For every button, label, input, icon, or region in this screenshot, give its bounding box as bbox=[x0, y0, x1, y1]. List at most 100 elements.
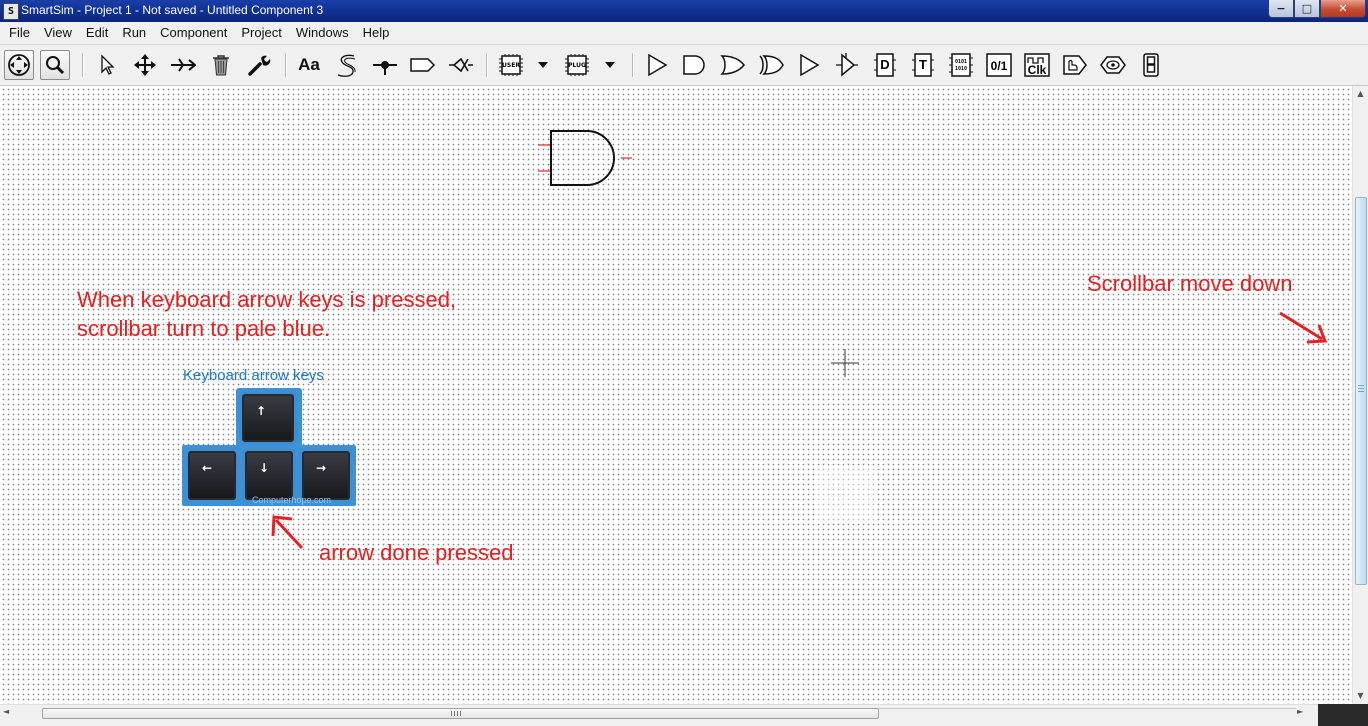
key-down-arrow-icon: ↓ bbox=[259, 461, 270, 475]
zoom-button[interactable] bbox=[40, 50, 70, 80]
zoom-icon bbox=[46, 56, 65, 75]
and-gate-component[interactable] bbox=[534, 126, 634, 190]
toggle-switch-button[interactable]: 0/1 bbox=[984, 50, 1014, 80]
window-title: SmartSim - Project 1 - Not saved - Untit… bbox=[21, 3, 324, 17]
text-icon: Aa bbox=[298, 55, 320, 74]
crosshair-cursor-icon bbox=[831, 349, 859, 377]
pan-icon bbox=[8, 54, 30, 76]
vertical-scroll-thumb[interactable] bbox=[1355, 197, 1367, 585]
register-button[interactable]: 0101 1010 bbox=[946, 50, 976, 80]
properties-wrench-icon bbox=[248, 55, 271, 76]
toolbar-separator bbox=[632, 53, 634, 77]
circuit-canvas[interactable]: When keyboard arrow keys is pressed, scr… bbox=[0, 86, 1352, 704]
delete-button[interactable] bbox=[206, 50, 236, 80]
scroll-down-arrow-icon[interactable]: ▼ bbox=[1353, 688, 1368, 704]
menu-view[interactable]: View bbox=[37, 23, 79, 43]
vertical-scrollbar[interactable]: ▲ ▼ bbox=[1352, 86, 1368, 704]
thumb-grip bbox=[1358, 391, 1364, 392]
junction-button[interactable] bbox=[370, 50, 400, 80]
input-pin-icon bbox=[1063, 55, 1087, 75]
menu-edit[interactable]: Edit bbox=[79, 23, 115, 43]
delete-bin-icon bbox=[213, 55, 229, 76]
cross-icon bbox=[449, 57, 473, 73]
menu-run[interactable]: Run bbox=[115, 23, 153, 43]
dropdown-triangle-icon bbox=[538, 62, 548, 68]
toggle-switch-icon: 0/1 bbox=[986, 53, 1012, 77]
clock-button[interactable]: Clk bbox=[1022, 50, 1052, 80]
user-component-button[interactable]: USER bbox=[496, 50, 526, 80]
thumb-grip bbox=[1358, 388, 1364, 389]
app-icon: S bbox=[3, 3, 19, 20]
xor-gate-icon bbox=[759, 55, 784, 75]
move-icon bbox=[134, 54, 156, 76]
keyboard-caption: Keyboard arrow keys bbox=[183, 367, 324, 384]
d-flipflop-label: D bbox=[880, 57, 889, 72]
plugin-component-dropdown[interactable] bbox=[597, 50, 623, 80]
properties-button[interactable] bbox=[244, 50, 274, 80]
register-binary-b: 1010 bbox=[955, 66, 967, 72]
move-button[interactable] bbox=[130, 50, 160, 80]
horizontal-scroll-thumb[interactable] bbox=[42, 708, 879, 719]
thumb-grip bbox=[454, 711, 455, 716]
menu-file[interactable]: File bbox=[2, 23, 37, 43]
or-gate-button[interactable] bbox=[718, 50, 748, 80]
select-button[interactable] bbox=[92, 50, 122, 80]
menu-windows[interactable]: Windows bbox=[289, 23, 356, 43]
menu-help[interactable]: Help bbox=[356, 23, 397, 43]
buffer-gate-icon bbox=[648, 53, 668, 77]
minimize-button[interactable]: − bbox=[1268, 0, 1294, 18]
t-flipflop-icon: T bbox=[912, 53, 934, 77]
tristate-button[interactable] bbox=[832, 50, 862, 80]
horizontal-scrollbar[interactable]: ◄ ► bbox=[0, 704, 1352, 726]
clock-icon: Clk bbox=[1024, 53, 1050, 77]
not-gate-button[interactable] bbox=[794, 50, 824, 80]
t-flipflop-button[interactable]: T bbox=[908, 50, 938, 80]
scroll-right-arrow-icon[interactable]: ► bbox=[1297, 707, 1303, 716]
annotation-line-2: scrollbar turn to pale blue. bbox=[77, 316, 331, 341]
annotation-line-1: When keyboard arrow keys is pressed, bbox=[77, 287, 457, 312]
keyboard-arrow-keys-image: ↑ ← ↓ → Computerhope.com bbox=[182, 388, 356, 506]
input-pin-button[interactable] bbox=[1060, 50, 1090, 80]
plug-chip-label: PLUG bbox=[568, 62, 586, 69]
toolbar-separator bbox=[486, 53, 488, 77]
and-gate-button[interactable] bbox=[680, 50, 710, 80]
junction-icon bbox=[373, 61, 397, 75]
toolbar: Aa USER PLUG D T 0101 1010 0/1 Clk bbox=[0, 45, 1368, 86]
label-button[interactable] bbox=[408, 50, 438, 80]
scroll-up-arrow-icon[interactable]: ▲ bbox=[1353, 86, 1368, 102]
menu-bar: File View Edit Run Component Project Win… bbox=[0, 22, 1368, 45]
scrollbar-corner bbox=[1318, 704, 1368, 726]
plugin-chip-icon: PLUG bbox=[565, 54, 589, 76]
menu-project[interactable]: Project bbox=[234, 23, 288, 43]
scroll-track bbox=[878, 708, 1296, 719]
text-tool-button[interactable]: Aa bbox=[294, 50, 324, 80]
and-gate-icon bbox=[683, 55, 705, 75]
d-flipflop-button[interactable]: D bbox=[870, 50, 900, 80]
scroll-left-arrow-icon[interactable]: ◄ bbox=[3, 707, 9, 716]
connect-button[interactable] bbox=[168, 50, 198, 80]
key-up-arrow-icon: ↑ bbox=[256, 404, 267, 418]
wire-tool-button[interactable] bbox=[332, 50, 362, 80]
thumb-grip bbox=[457, 711, 458, 716]
seven-segment-button[interactable] bbox=[1136, 50, 1166, 80]
ghost-component-placeholder bbox=[816, 466, 876, 522]
output-probe-button[interactable] bbox=[1098, 50, 1128, 80]
xor-gate-button[interactable] bbox=[756, 50, 786, 80]
user-chip-label: USER bbox=[502, 62, 520, 69]
window-controls: − □ ✕ bbox=[1268, 0, 1366, 18]
plugin-component-button[interactable]: PLUG bbox=[562, 50, 592, 80]
annotation-scroll-note: Scrollbar move down bbox=[1087, 271, 1293, 296]
title-bar: S SmartSim - Project 1 - Not saved - Unt… bbox=[0, 0, 1368, 22]
clock-label: Clk bbox=[1028, 63, 1047, 77]
image-watermark: Computerhope.com bbox=[252, 495, 332, 505]
pan-button[interactable] bbox=[4, 50, 34, 80]
menu-component[interactable]: Component bbox=[153, 23, 234, 43]
user-component-dropdown[interactable] bbox=[530, 50, 556, 80]
close-button[interactable]: ✕ bbox=[1320, 0, 1366, 18]
buffer-gate-button[interactable] bbox=[642, 50, 672, 80]
maximize-button[interactable]: □ bbox=[1294, 0, 1320, 18]
cross-wire-button[interactable] bbox=[446, 50, 476, 80]
dropdown-triangle-icon bbox=[605, 62, 615, 68]
register-binary-a: 0101 bbox=[955, 59, 967, 65]
connect-icon bbox=[171, 58, 196, 72]
